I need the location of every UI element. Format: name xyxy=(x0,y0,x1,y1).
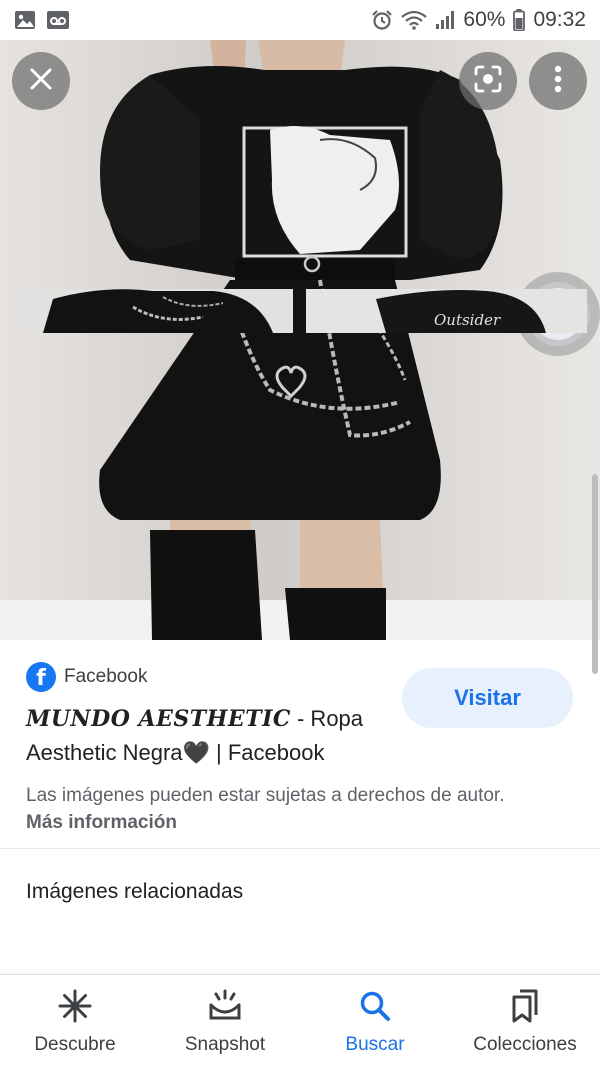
more-vert-icon xyxy=(554,65,562,98)
image-viewer[interactable] xyxy=(0,40,600,640)
related-image[interactable]: Outsider xyxy=(306,289,587,333)
close-button[interactable] xyxy=(12,52,70,110)
asterisk-icon xyxy=(58,989,92,1028)
nav-label: Snapshot xyxy=(184,1034,266,1055)
title-styled-text: 𝑴𝑼𝑵𝑫𝑶 𝑨𝑬𝑺𝑻𝑯𝑬𝑻𝑰𝑪 xyxy=(26,706,291,732)
nav-colecciones[interactable]: Colecciones xyxy=(450,975,600,1066)
notice-text: Las imágenes pueden estar sujetas a dere… xyxy=(26,785,505,806)
divider xyxy=(0,848,600,849)
battery-percent: 60% xyxy=(463,8,506,31)
facebook-icon: f xyxy=(26,662,56,692)
alarm-icon xyxy=(371,9,393,31)
nav-label: Buscar xyxy=(345,1034,405,1055)
gallery-icon xyxy=(14,10,36,30)
notification-icons xyxy=(14,10,70,30)
clock: 09:32 xyxy=(533,8,586,31)
nav-buscar[interactable]: Buscar xyxy=(300,975,450,1066)
close-icon xyxy=(29,67,53,96)
snapshot-icon xyxy=(208,989,242,1028)
status-bar: 60% 09:32 xyxy=(0,0,600,40)
bottom-navigation: Descubre Snapshot Buscar Colecciones xyxy=(0,974,600,1066)
svg-text:Outsider: Outsider xyxy=(434,311,501,329)
scrollbar[interactable] xyxy=(592,474,598,674)
source-name: Facebook xyxy=(64,666,148,687)
result-title[interactable]: 𝑴𝑼𝑵𝑫𝑶 𝑨𝑬𝑺𝑻𝑯𝑬𝑻𝑰𝑪 - Ropa Aesthetic Negra🖤 … xyxy=(26,702,386,770)
nav-label: Colecciones xyxy=(473,1034,577,1055)
source-row: f Facebook xyxy=(26,662,147,692)
lens-icon xyxy=(473,64,503,99)
nav-descubre[interactable]: Descubre xyxy=(0,975,150,1066)
more-options-button[interactable] xyxy=(529,52,587,110)
outfit-photo xyxy=(0,40,600,640)
signal-icon xyxy=(435,10,455,30)
related-images-heading: Imágenes relacionadas xyxy=(26,880,244,903)
nav-label: Descubre xyxy=(34,1034,116,1055)
wifi-icon xyxy=(401,10,428,30)
lens-button[interactable] xyxy=(459,52,517,110)
battery-icon xyxy=(513,9,526,31)
system-status: 60% 09:32 xyxy=(371,8,586,32)
related-image[interactable] xyxy=(13,289,293,333)
visit-button[interactable]: Visitar xyxy=(402,668,573,728)
nav-snapshot[interactable]: Snapshot xyxy=(150,975,300,1066)
search-icon xyxy=(358,989,392,1028)
collections-icon xyxy=(508,989,542,1028)
copyright-notice: Las imágenes pueden estar sujetas a dere… xyxy=(26,782,526,836)
more-info-link[interactable]: Más información xyxy=(26,812,177,833)
voicemail-icon xyxy=(46,10,70,30)
